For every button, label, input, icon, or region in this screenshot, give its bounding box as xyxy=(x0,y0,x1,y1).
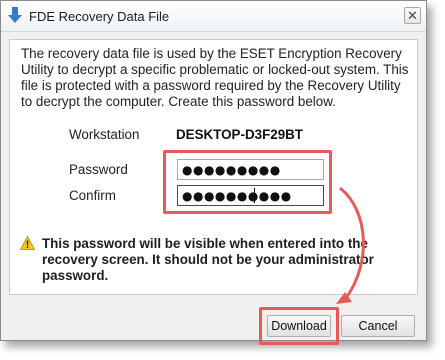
warning-icon xyxy=(20,236,35,250)
confirm-field[interactable] xyxy=(177,185,324,206)
download-button[interactable]: Download xyxy=(267,315,331,337)
window-title: FDE Recovery Data File xyxy=(29,9,170,24)
confirm-label: Confirm xyxy=(69,188,116,203)
workstation-value: DESKTOP-D3F29BT xyxy=(176,127,303,142)
password-field[interactable] xyxy=(177,159,324,180)
fde-recovery-dialog: FDE Recovery Data File ✕ The recovery da… xyxy=(0,0,427,345)
password-label: Password xyxy=(69,162,128,177)
warning-text: This password will be visible when enter… xyxy=(42,236,374,283)
workstation-label: Workstation xyxy=(69,127,140,142)
cancel-button[interactable]: Cancel xyxy=(341,315,415,337)
title-bar[interactable]: FDE Recovery Data File ✕ xyxy=(1,1,426,32)
download-arrow-icon xyxy=(8,7,22,23)
intro-text: The recovery data file is used by the ES… xyxy=(21,46,409,109)
text-caret xyxy=(254,188,255,203)
close-button[interactable]: ✕ xyxy=(404,7,421,24)
content-panel: The recovery data file is used by the ES… xyxy=(9,39,418,295)
